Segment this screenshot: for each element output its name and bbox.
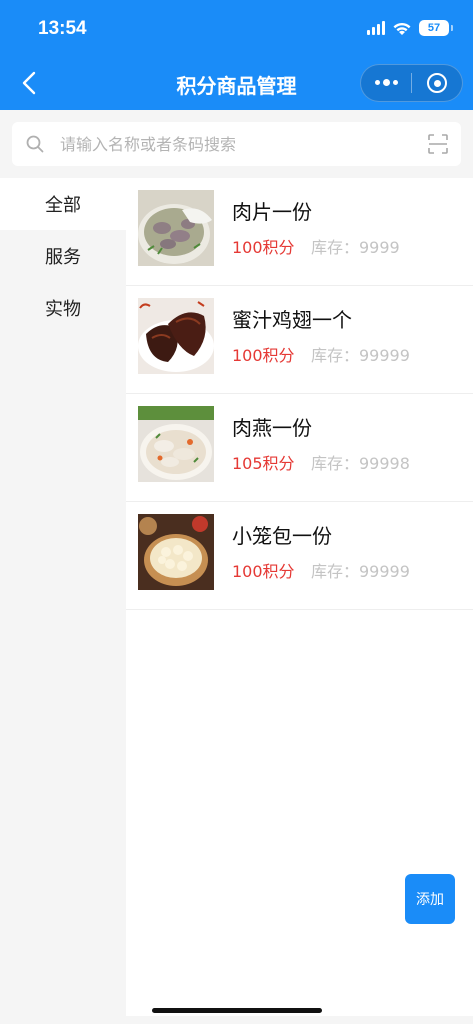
list-item[interactable]: 小笼包一份 100积分 库存：99999 <box>126 502 473 610</box>
dumpling-steamer-photo-icon <box>138 514 214 590</box>
search-input[interactable] <box>60 134 427 154</box>
search-box <box>12 122 461 166</box>
battery-icon: 57 <box>419 20 453 36</box>
wifi-icon <box>393 22 411 35</box>
product-name: 肉燕一份 <box>232 416 312 440</box>
status-time: 13:54 <box>38 18 87 39</box>
product-points: 105积分 <box>232 454 295 473</box>
scan-icon[interactable] <box>427 133 449 155</box>
list-item[interactable]: 肉燕一份 105积分 库存：99998 <box>126 394 473 502</box>
product-stock: 库存：9999 <box>311 238 400 257</box>
home-indicator <box>152 1008 322 1013</box>
product-stock: 库存：99998 <box>311 454 410 473</box>
product-stock: 库存：99999 <box>311 562 410 581</box>
product-points: 100积分 <box>232 238 295 257</box>
product-name: 蜜汁鸡翅一个 <box>232 308 352 332</box>
close-mini-program-button[interactable] <box>412 65 462 101</box>
product-stock: 库存：99999 <box>311 346 410 365</box>
product-name: 小笼包一份 <box>232 524 332 548</box>
app-header: 13:54 57 积分商品管理 <box>0 0 473 110</box>
soup-bowl-photo-icon <box>138 190 214 266</box>
sidebar-item-physical[interactable]: 实物 <box>0 282 126 334</box>
product-points: 100积分 <box>232 346 295 365</box>
list-item[interactable]: 蜜汁鸡翅一个 100积分 库存：99999 <box>126 286 473 394</box>
search-bar <box>0 110 473 178</box>
mini-program-capsule <box>360 64 463 102</box>
sidebar-item-all[interactable]: 全部 <box>0 178 126 230</box>
status-icons: 57 <box>367 20 453 36</box>
chicken-wings-photo-icon <box>138 298 214 374</box>
sidebar-item-service[interactable]: 服务 <box>0 230 126 282</box>
more-button[interactable] <box>361 65 411 101</box>
product-name: 肉片一份 <box>232 200 312 224</box>
more-dots-icon <box>374 79 398 86</box>
target-icon <box>427 73 447 93</box>
add-button[interactable]: 添加 <box>405 874 455 924</box>
wonton-soup-photo-icon <box>138 406 214 482</box>
list-item[interactable]: 肉片一份 100积分 库存：9999 <box>126 178 473 286</box>
signal-icon <box>367 21 385 35</box>
search-icon <box>24 133 46 155</box>
category-sidebar: 全部 服务 实物 <box>0 178 126 1024</box>
product-points: 100积分 <box>232 562 295 581</box>
